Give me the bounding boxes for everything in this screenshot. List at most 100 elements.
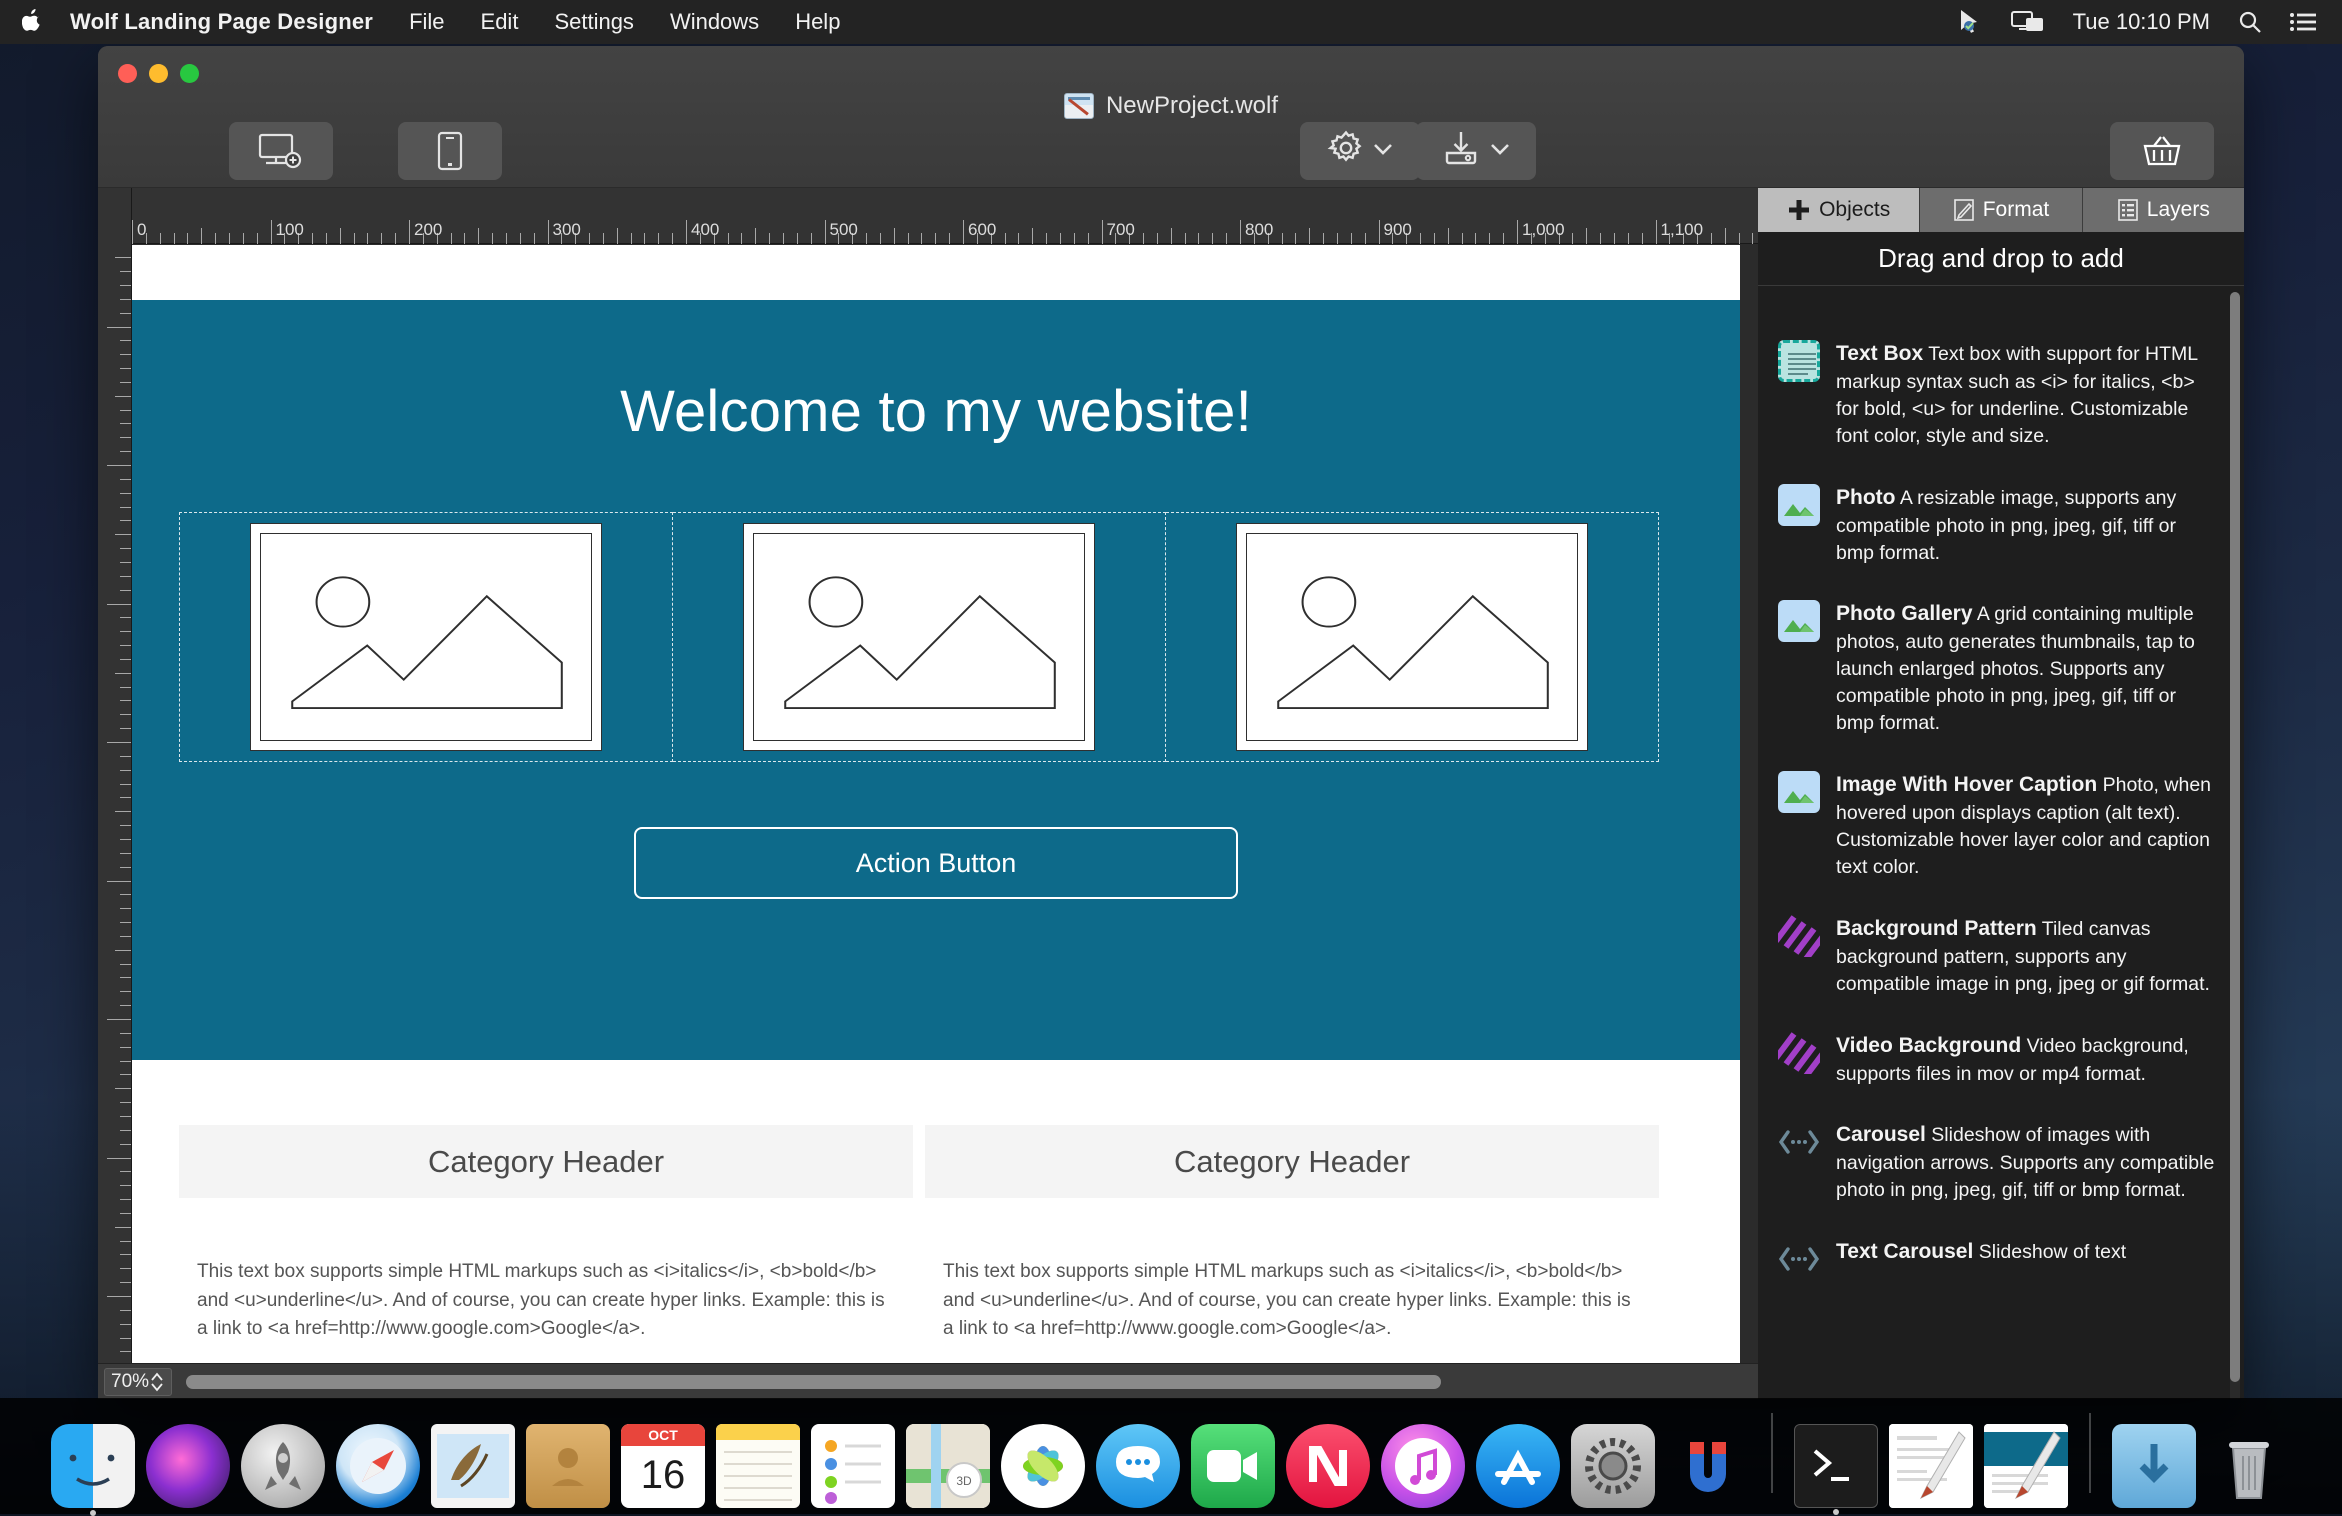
system-preferences-icon[interactable] [1571,1424,1655,1508]
close-button[interactable] [118,64,137,83]
up-down-stepper-icon[interactable] [149,1371,165,1393]
action-button[interactable]: Action Button [634,827,1238,899]
ruler-tick [1448,228,1449,244]
zoom-stepper[interactable]: 70% [104,1368,172,1396]
carousel-icon [1778,1238,1820,1280]
ruler-tick [120,313,131,314]
siri-icon[interactable] [146,1424,230,1508]
svg-text:3D: 3D [956,1474,972,1488]
layers-list-icon [2117,198,2139,222]
list-item[interactable]: Text Box Text box with support for HTML … [1758,340,2244,484]
category-header[interactable]: Category Header [179,1125,913,1198]
ruler-tick [1739,233,1740,244]
safari-icon[interactable] [336,1424,420,1508]
ruler-tick [1725,228,1726,244]
list-menu-icon[interactable] [2290,12,2316,32]
downloads-folder-icon[interactable] [2112,1424,2196,1508]
ruler-tick [1614,233,1615,244]
ruler-tick [1018,233,1019,244]
list-item[interactable]: Carousel Slideshow of images with naviga… [1758,1121,2244,1238]
launchpad-icon[interactable] [241,1424,325,1508]
screen-mirroring-icon[interactable] [2011,10,2045,34]
trash-icon[interactable] [2207,1424,2291,1508]
image-placeholder[interactable] [250,523,602,751]
photo-gallery-row[interactable] [179,512,1659,762]
menu-item-help[interactable]: Help [795,9,840,35]
chevron-down-icon[interactable] [1373,140,1393,162]
ruler-tick [107,1296,131,1297]
wolf-document-icon[interactable] [1889,1424,1973,1508]
ruler-tick [215,233,216,244]
design-canvas[interactable]: Welcome to my website! [132,245,1758,1363]
apple-logo-icon[interactable] [22,9,44,35]
ruler-tick [534,233,535,244]
ruler-tick [120,784,131,785]
contacts-icon[interactable] [526,1424,610,1508]
category-body-text[interactable]: This text box supports simple HTML marku… [925,1198,1659,1344]
messages-icon[interactable] [1096,1424,1180,1508]
magnet-icon[interactable] [1666,1424,1750,1508]
ruler-tick [797,233,798,244]
pointer-assist-icon[interactable] [1957,9,1983,35]
wolf-app-icon[interactable] [1984,1424,2068,1508]
image-placeholder[interactable] [743,523,1095,751]
category-header[interactable]: Category Header [925,1125,1659,1198]
minimize-button[interactable] [149,64,168,83]
window-body: 01002003004005006007008009001,0001,100 2… [98,188,2244,1399]
menu-item-file[interactable]: File [409,9,444,35]
ruler-label: 700 [1107,220,1135,240]
tab-layers[interactable]: Layers [2083,188,2244,232]
mail-icon[interactable] [431,1424,515,1508]
gallery-cell[interactable] [1166,512,1659,762]
ruler-tick [120,645,131,646]
horizontal-scrollbar[interactable] [186,1374,1441,1390]
scrollbar-thumb[interactable] [2230,292,2240,1382]
tab-format[interactable]: Format [1920,188,2082,232]
facetime-icon[interactable] [1191,1424,1275,1508]
list-item[interactable]: Background Pattern Tiled canvas backgrou… [1758,915,2244,1032]
gallery-cell[interactable] [673,512,1166,762]
ruler-label: 800 [1245,220,1273,240]
itunes-icon[interactable] [1381,1424,1465,1508]
list-item[interactable]: Text Carousel Slideshow of text [1758,1238,2244,1314]
notes-icon[interactable] [716,1424,800,1508]
app-store-icon[interactable] [1476,1424,1560,1508]
menu-item-windows[interactable]: Windows [670,9,759,35]
image-placeholder[interactable] [1236,523,1588,751]
zoom-button[interactable] [180,64,199,83]
hero-section[interactable]: Welcome to my website! [132,300,1740,1060]
menu-bar: Wolf Landing Page Designer File Edit Set… [0,0,2342,44]
tab-objects-label: Objects [1819,198,1890,222]
gallery-cell[interactable] [179,512,673,762]
reminders-icon[interactable] [811,1424,895,1508]
scrollbar-thumb[interactable] [186,1375,1441,1389]
carousel-icon [1778,1121,1820,1163]
list-item[interactable]: Image With Hover Caption Photo, when hov… [1758,771,2244,915]
inspector-panel: Objects Format Layers Drag and drop to a… [1758,188,2244,1399]
news-icon[interactable] [1286,1424,1370,1508]
object-library-list[interactable]: Text Box Text box with support for HTML … [1758,286,2244,1399]
hero-heading[interactable]: Welcome to my website! [132,378,1740,445]
search-icon[interactable] [2238,10,2262,34]
inspector-scrollbar[interactable] [2230,292,2240,1399]
inspector-heading: Drag and drop to add [1758,232,2244,286]
category-body-text[interactable]: This text box supports simple HTML marku… [179,1198,913,1344]
menu-item-settings[interactable]: Settings [554,9,634,35]
list-item[interactable]: Photo A resizable image, supports any co… [1758,484,2244,601]
ruler-tick [229,233,230,244]
chevron-down-icon[interactable] [1490,140,1510,162]
photos-icon[interactable] [1001,1424,1085,1508]
maps-icon[interactable]: 3D [906,1424,990,1508]
menu-item-edit[interactable]: Edit [481,9,519,35]
object-description: Background Pattern Tiled canvas backgrou… [1836,915,2218,998]
terminal-icon[interactable] [1794,1424,1878,1508]
list-item[interactable]: Video Background Video background, suppo… [1758,1032,2244,1122]
tab-objects[interactable]: Objects [1758,188,1920,232]
ruler-corner [98,188,132,244]
finder-icon[interactable] [51,1424,135,1508]
menubar-clock[interactable]: Tue 10:10 PM [2073,9,2210,35]
canvas-status-bar: 70% [98,1363,1758,1399]
calendar-icon[interactable]: OCT 16 [621,1424,705,1508]
ruler-tick [1517,220,1518,244]
list-item[interactable]: Photo Gallery A grid containing multiple… [1758,600,2244,771]
